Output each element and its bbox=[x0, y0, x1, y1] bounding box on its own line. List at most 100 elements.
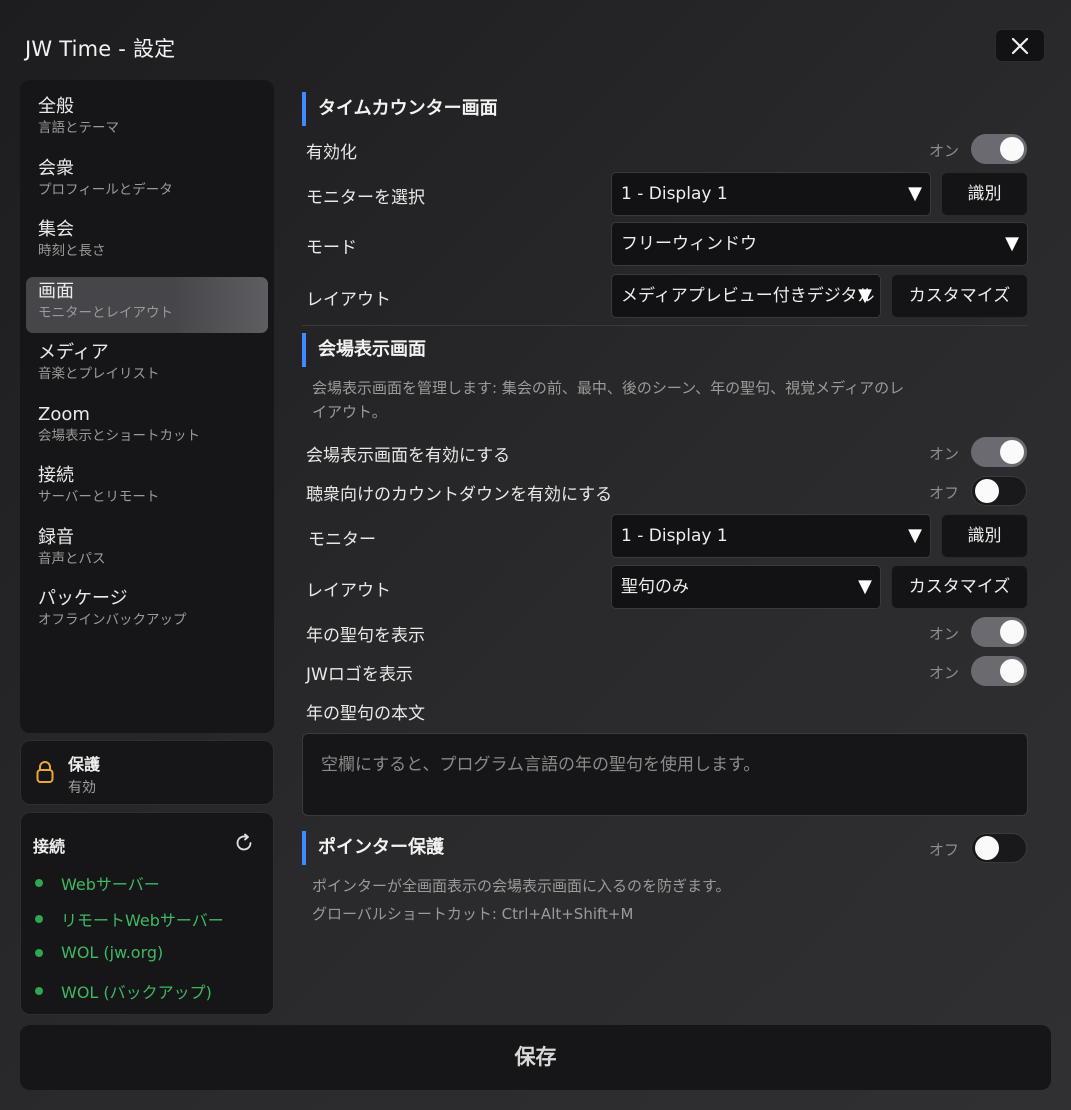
select-value: フリーウィンドウ bbox=[621, 234, 757, 254]
nav-item-label: メディア bbox=[38, 342, 109, 363]
nav-item-sublabel: 音楽とプレイリスト bbox=[38, 366, 160, 382]
nav-item-sublabel: 会場表示とショートカット bbox=[38, 427, 200, 444]
refresh-icon[interactable] bbox=[234, 833, 254, 853]
nav-item-label: 接続 bbox=[38, 465, 74, 486]
pointer-description: ポインターが全画面表示の会場表示画面に入るのを防ぎます。 bbox=[312, 877, 731, 895]
dropdown-arrow-icon: ▼ bbox=[908, 183, 922, 204]
jwlogo-show-toggle[interactable] bbox=[971, 656, 1027, 686]
status-dot bbox=[35, 987, 43, 995]
nav-item-label: 集会 bbox=[38, 219, 74, 240]
close-icon bbox=[1011, 37, 1029, 54]
connection-item-label: WOL (バックアップ) bbox=[61, 983, 212, 1002]
nav-item-sublabel: プロフィールとデータ bbox=[38, 181, 173, 198]
section-title-timer: タイムカウンター画面 bbox=[302, 92, 498, 126]
timer-enable-state: オン bbox=[929, 142, 960, 160]
pointer-protect-toggle[interactable] bbox=[971, 833, 1027, 863]
nav-item-label: Zoom bbox=[38, 403, 90, 425]
select-value: 1 - Display 1 bbox=[621, 184, 728, 204]
timer-enable-toggle[interactable] bbox=[971, 134, 1027, 164]
venue-layout-label: レイアウト bbox=[306, 581, 391, 601]
nav-item-congregation[interactable]: 会衆 プロフィールとデータ bbox=[26, 154, 268, 210]
protection-title: 保護 bbox=[68, 755, 101, 774]
venue-monitor-label: モニター bbox=[308, 530, 376, 550]
dropdown-arrow-icon: ▼ bbox=[858, 285, 872, 306]
dropdown-arrow-icon: ▼ bbox=[1005, 233, 1019, 254]
protection-status: 有効 bbox=[68, 780, 96, 796]
yeartext-show-state: オン bbox=[929, 625, 960, 643]
nav-item-label: 全般 bbox=[38, 96, 74, 117]
connection-item-remote-webserver: リモートWebサーバー bbox=[35, 907, 224, 931]
countdown-enable-state: オフ bbox=[929, 484, 960, 502]
status-dot bbox=[35, 879, 43, 887]
venue-enable-state: オン bbox=[929, 445, 960, 463]
lock-icon bbox=[36, 761, 54, 783]
nav-item-media[interactable]: メディア 音楽とプレイリスト bbox=[26, 338, 268, 394]
protection-card[interactable]: 保護 有効 bbox=[20, 740, 274, 805]
nav-item-label: 画面 bbox=[38, 280, 74, 302]
status-dot bbox=[35, 948, 43, 957]
nav-item-sublabel: 言語とテーマ bbox=[38, 120, 119, 136]
venue-description-line2: イアウト。 bbox=[312, 403, 387, 421]
connection-status-card: 接続 Webサーバー リモートWebサーバー WOL (jw.org) WOL … bbox=[20, 812, 274, 1015]
timer-monitor-select[interactable]: 1 - Display 1 ▼ bbox=[611, 172, 931, 216]
save-button[interactable]: 保存 bbox=[20, 1025, 1051, 1090]
jwlogo-show-state: オン bbox=[929, 664, 960, 682]
venue-enable-label: 会場表示画面を有効にする bbox=[306, 446, 511, 466]
yeartext-body-label: 年の聖句の本文 bbox=[306, 704, 425, 724]
connection-item-label: Webサーバー bbox=[61, 875, 160, 894]
status-dot bbox=[35, 915, 43, 923]
section-title-venue: 会場表示画面 bbox=[302, 333, 426, 367]
settings-nav: 全般 言語とテーマ 会衆 プロフィールとデータ 集会 時刻と長さ 画面 モニター… bbox=[20, 80, 274, 733]
pointer-protect-state: オフ bbox=[929, 841, 960, 859]
close-button[interactable] bbox=[995, 29, 1045, 62]
connection-item-webserver: Webサーバー bbox=[35, 871, 160, 895]
nav-item-package[interactable]: パッケージ オフラインバックアップ bbox=[26, 584, 268, 640]
nav-item-recording[interactable]: 録音 音声とパス bbox=[26, 523, 268, 579]
nav-item-sublabel: モニターとレイアウト bbox=[38, 304, 173, 321]
venue-customize-button[interactable]: カスタマイズ bbox=[891, 565, 1028, 609]
nav-item-general[interactable]: 全般 言語とテーマ bbox=[26, 92, 268, 148]
timer-mode-select[interactable]: フリーウィンドウ ▼ bbox=[611, 222, 1028, 266]
yeartext-body-placeholder: 空欄にすると、プログラム言語の年の聖句を使用します。 bbox=[321, 755, 761, 775]
venue-enable-toggle[interactable] bbox=[971, 437, 1027, 467]
select-value: メディアプレビュー付きデジタル bbox=[621, 286, 875, 306]
select-value: 1 - Display 1 bbox=[621, 526, 728, 546]
nav-item-label: パッケージ bbox=[38, 588, 128, 609]
connection-item-wol-backup: WOL (バックアップ) bbox=[35, 979, 212, 1003]
nav-item-sublabel: オフラインバックアップ bbox=[38, 612, 187, 628]
countdown-enable-label: 聴衆向けのカウントダウンを有効にする bbox=[306, 485, 613, 505]
section-divider bbox=[302, 325, 1028, 326]
timer-customize-button[interactable]: カスタマイズ bbox=[891, 274, 1028, 318]
connection-item-label: WOL (jw.org) bbox=[61, 943, 164, 962]
yeartext-show-toggle[interactable] bbox=[971, 617, 1027, 647]
timer-identify-button[interactable]: 識別 bbox=[941, 172, 1028, 216]
jwlogo-show-label: JWロゴを表示 bbox=[306, 665, 413, 685]
nav-item-display[interactable]: 画面 モニターとレイアウト bbox=[26, 276, 268, 333]
venue-layout-select[interactable]: 聖句のみ ▼ bbox=[611, 565, 881, 609]
pointer-shortcut: グローバルショートカット: Ctrl+Alt+Shift+M bbox=[312, 905, 634, 923]
nav-item-meetings[interactable]: 集会 時刻と長さ bbox=[26, 215, 268, 271]
connection-item-label: リモートWebサーバー bbox=[61, 911, 224, 930]
nav-item-label: 録音 bbox=[38, 526, 74, 548]
timer-monitor-label: モニターを選択 bbox=[306, 188, 425, 208]
nav-item-sublabel: サーバーとリモート bbox=[38, 489, 160, 505]
nav-item-label: 会衆 bbox=[38, 157, 74, 179]
yeartext-show-label: 年の聖句を表示 bbox=[306, 626, 425, 646]
nav-item-sublabel: 時刻と長さ bbox=[38, 243, 106, 259]
nav-item-connection[interactable]: 接続 サーバーとリモート bbox=[26, 461, 268, 517]
connection-item-wol-jworg: WOL (jw.org) bbox=[35, 943, 163, 962]
connection-title: 接続 bbox=[33, 837, 66, 856]
yeartext-body-input[interactable]: 空欄にすると、プログラム言語の年の聖句を使用します。 bbox=[302, 733, 1028, 816]
select-value: 聖句のみ bbox=[621, 577, 689, 597]
section-title-pointer: ポインター保護 bbox=[302, 831, 444, 865]
timer-layout-select[interactable]: メディアプレビュー付きデジタル ▼ bbox=[611, 274, 881, 318]
nav-item-zoom[interactable]: Zoom 会場表示とショートカット bbox=[26, 400, 268, 456]
venue-monitor-select[interactable]: 1 - Display 1 ▼ bbox=[611, 514, 931, 558]
window-title: JW Time - 設定 bbox=[25, 37, 176, 61]
timer-mode-label: モード bbox=[306, 238, 357, 258]
countdown-enable-toggle[interactable] bbox=[971, 476, 1027, 506]
venue-identify-button[interactable]: 識別 bbox=[941, 514, 1028, 558]
dropdown-arrow-icon: ▼ bbox=[908, 525, 922, 546]
venue-description-line1: 会場表示画面を管理します: 集会の前、最中、後のシーン、年の聖句、視覚メディアの… bbox=[312, 379, 905, 397]
timer-layout-label: レイアウト bbox=[306, 290, 391, 310]
